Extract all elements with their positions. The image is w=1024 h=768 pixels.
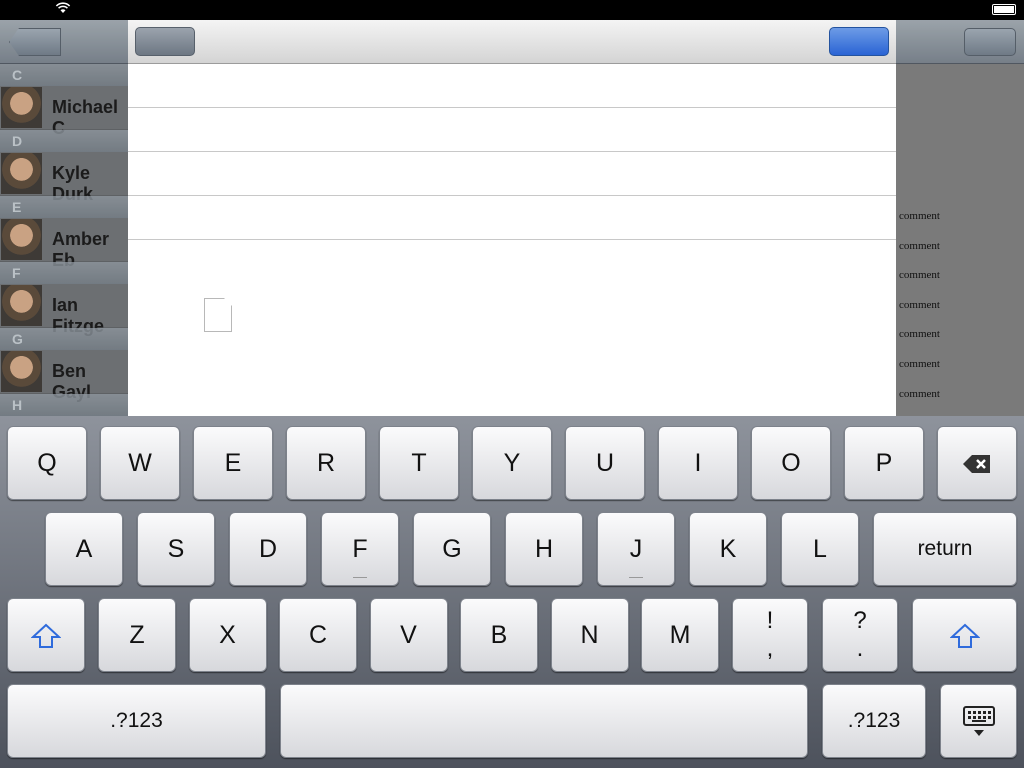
doc-comment-line: comment bbox=[899, 210, 940, 222]
doc-comment-line: comment bbox=[899, 387, 940, 400]
key-t[interactable]: T bbox=[379, 426, 459, 500]
hide-keyboard-key[interactable] bbox=[940, 684, 1017, 758]
section-header: C bbox=[0, 64, 128, 86]
doc-comment-line: comment bbox=[899, 298, 940, 311]
key-b[interactable]: B bbox=[460, 598, 538, 672]
student-avatar bbox=[1, 219, 42, 260]
student-avatar bbox=[1, 285, 42, 326]
key-i[interactable]: I bbox=[658, 426, 738, 500]
backspace-key[interactable] bbox=[937, 426, 1017, 500]
space-key[interactable] bbox=[280, 684, 808, 758]
student-row[interactable]: Ben Gayl bbox=[0, 350, 128, 402]
key-p[interactable]: P bbox=[844, 426, 924, 500]
student-row[interactable]: Amber Eb bbox=[0, 218, 128, 270]
doc-comment-line: comment bbox=[899, 269, 940, 282]
section-header: D bbox=[0, 130, 128, 152]
student-row[interactable]: Michael C bbox=[0, 86, 128, 138]
key-n[interactable]: N bbox=[550, 598, 629, 672]
key-z[interactable]: Z bbox=[98, 598, 176, 672]
doc-comment-line: comment bbox=[899, 358, 940, 370]
key-y[interactable]: Y bbox=[472, 426, 552, 500]
return-key[interactable]: return bbox=[873, 512, 1017, 586]
key-k[interactable]: K bbox=[689, 512, 767, 586]
student-row[interactable]: Ian Fitzge bbox=[0, 284, 128, 336]
key-a[interactable]: A bbox=[45, 512, 123, 586]
key-d[interactable]: D bbox=[229, 512, 307, 586]
key-h[interactable]: H bbox=[505, 512, 583, 586]
backspace-icon bbox=[962, 449, 992, 477]
section-header: F bbox=[0, 262, 128, 284]
key-j[interactable]: J bbox=[597, 512, 675, 586]
key-v[interactable]: V bbox=[369, 598, 448, 672]
key-w[interactable]: W bbox=[100, 426, 180, 500]
key-x[interactable]: X bbox=[188, 598, 267, 672]
shift-left-key[interactable] bbox=[7, 598, 85, 672]
doc-comment-line: comment bbox=[899, 239, 940, 252]
section-header: E bbox=[0, 196, 128, 218]
key-g[interactable]: G bbox=[413, 512, 491, 586]
section-header: G bbox=[0, 328, 128, 350]
key-o[interactable]: O bbox=[751, 426, 831, 500]
key-l[interactable]: L bbox=[781, 512, 859, 586]
exclamation-comma-key[interactable]: !, bbox=[732, 598, 808, 672]
numbers-key-left[interactable]: .?123 bbox=[7, 684, 266, 758]
key-q[interactable]: Q bbox=[7, 426, 87, 500]
shift-icon bbox=[948, 621, 981, 649]
key-c[interactable]: C bbox=[279, 598, 357, 672]
section-header: H bbox=[0, 394, 128, 416]
student-avatar bbox=[1, 153, 42, 194]
student-row[interactable]: Kyle Durk bbox=[0, 152, 128, 204]
student-avatar bbox=[1, 87, 42, 128]
key-f[interactable]: F bbox=[321, 512, 399, 586]
key-s[interactable]: S bbox=[137, 512, 215, 586]
question-period-key[interactable]: ?. bbox=[822, 598, 898, 672]
key-m[interactable]: M bbox=[641, 598, 719, 672]
student-avatar bbox=[1, 351, 42, 392]
shift-icon bbox=[30, 621, 62, 649]
key-e[interactable]: E bbox=[193, 426, 273, 500]
doc-comment-line: comment bbox=[899, 328, 940, 341]
key-r[interactable]: R bbox=[286, 426, 366, 500]
numbers-key-right[interactable]: .?123 bbox=[822, 684, 926, 758]
hide-keyboard-icon bbox=[962, 706, 996, 737]
key-u[interactable]: U bbox=[565, 426, 645, 500]
shift-right-key[interactable] bbox=[912, 598, 1017, 672]
